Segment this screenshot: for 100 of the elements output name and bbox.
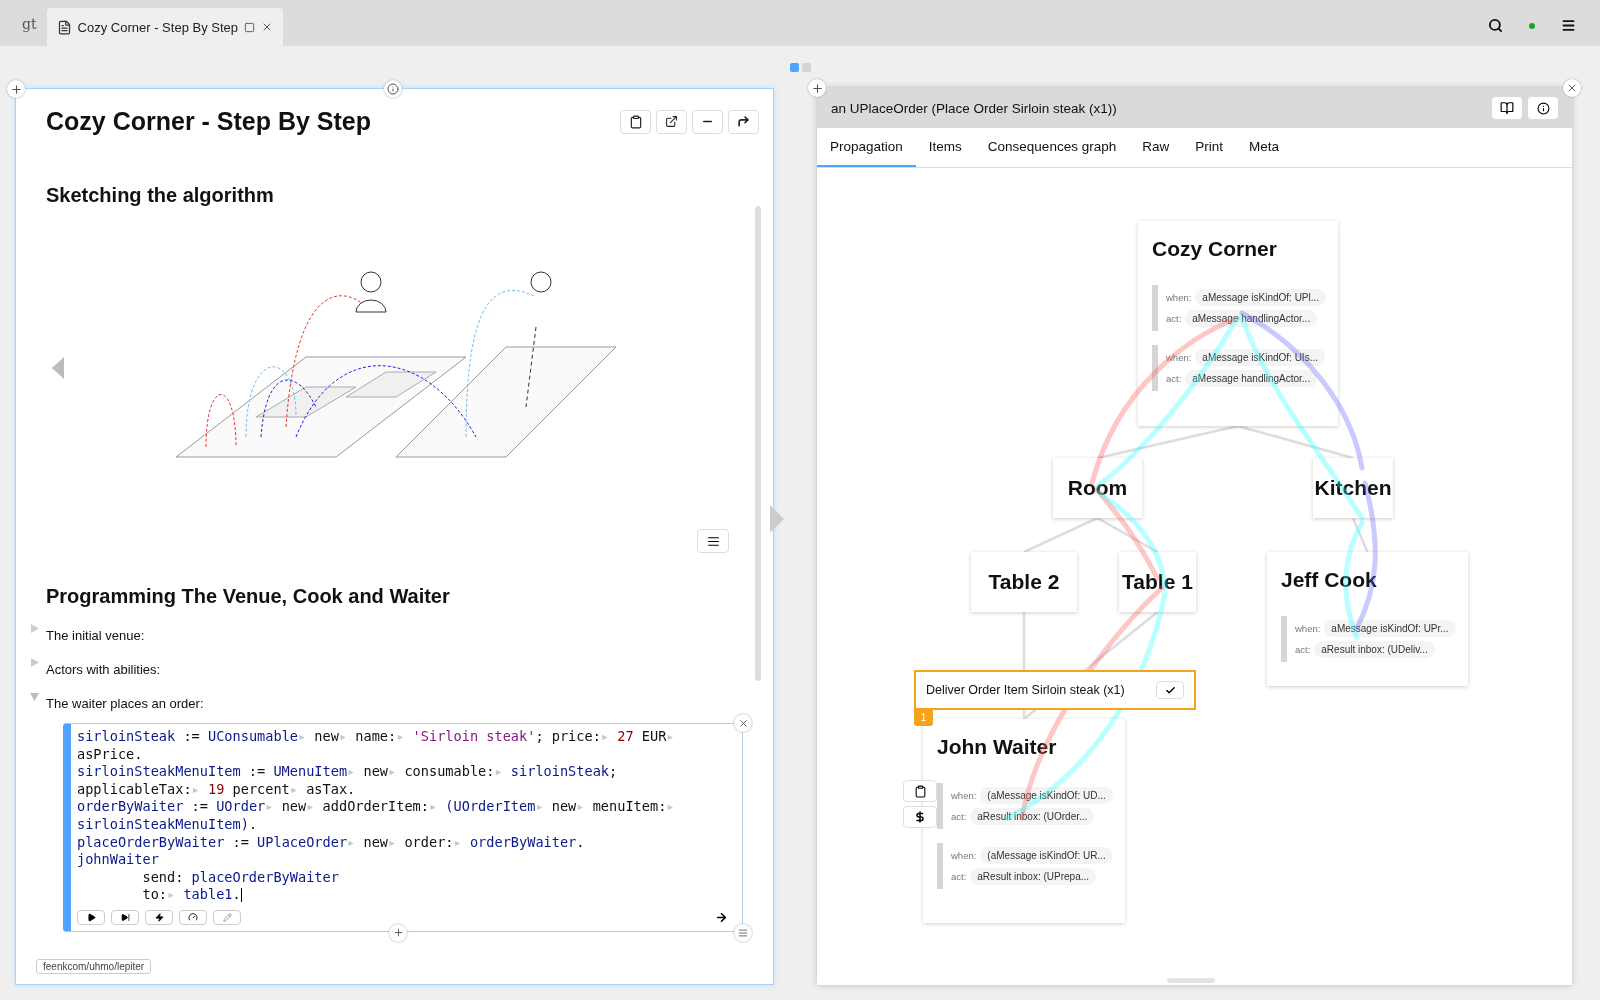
action-pill: aMessage handlingActor... <box>1185 310 1318 327</box>
code-line: sirloinSteakMenuItem). <box>77 815 259 834</box>
confirm-button[interactable] <box>1156 681 1184 699</box>
code-line: applicableTax:▸ 19 percent▸ asTax. <box>77 780 357 799</box>
scrollbar[interactable] <box>755 206 761 681</box>
rule-label: when: <box>1166 352 1192 363</box>
dollar-icon <box>914 811 926 823</box>
open-external-button[interactable] <box>656 109 687 134</box>
external-link-icon <box>665 115 678 128</box>
book-button[interactable] <box>1492 97 1522 119</box>
tab-title: Cozy Corner - Step By Step <box>77 19 238 35</box>
node-title: Kitchen <box>1314 476 1392 500</box>
info-icon <box>1536 101 1550 115</box>
code-line: sirloinSteak := UConsumable▸ new▸ name:▸ 'Sirloin steak'; price:▸ 27 EUR▸ <box>77 728 676 746</box>
check-icon <box>1164 684 1176 696</box>
view-tab[interactable]: Meta <box>1235 128 1292 167</box>
app-logo[interactable]: gt <box>12 16 47 46</box>
resize-handle[interactable] <box>1167 978 1215 983</box>
action-pill: aResult inbox: (UPrepa... <box>970 868 1097 885</box>
maximize-icon[interactable] <box>244 21 255 33</box>
window-tab[interactable]: Cozy Corner - Step By Step <box>46 8 283 46</box>
clipboard-icon <box>628 114 643 129</box>
condition-pill: aMessage isKindOf: UIs... <box>1195 349 1325 366</box>
collapsible-item-label[interactable]: Actors with abilities: <box>46 662 161 677</box>
rule-label: when: <box>1295 623 1321 634</box>
actor-node[interactable]: Jeff Cook when: aMessage isKindOf: UPr... act: aResult inbox: (UDeliv... <box>1267 552 1468 686</box>
add-button[interactable] <box>389 923 408 942</box>
status-dot <box>1529 22 1535 29</box>
count-badge: 1 <box>914 708 933 726</box>
collapsible-item-label[interactable]: The waiter places an order: <box>46 696 204 711</box>
actor-node[interactable]: Room <box>1053 458 1142 518</box>
view-tab[interactable]: Items <box>915 128 975 167</box>
rule-label: act: <box>951 811 967 822</box>
gauge-button[interactable] <box>179 909 207 925</box>
forward-button[interactable] <box>728 109 759 134</box>
clipboard-icon <box>913 784 927 798</box>
view-tab[interactable]: Consequences graph <box>974 128 1130 167</box>
node-title: Table 1 <box>1122 570 1193 594</box>
close-button[interactable] <box>734 714 752 732</box>
close-icon[interactable] <box>1566 82 1578 94</box>
rule-label: when: <box>951 850 977 861</box>
arrow-right-icon[interactable] <box>715 910 728 924</box>
repository-tag: feenkcom/uhmo/lepiter <box>36 959 152 974</box>
add-icon[interactable] <box>810 81 824 95</box>
info-button[interactable] <box>1528 97 1558 119</box>
code-line: asPrice. <box>77 745 144 764</box>
inspector-title: an UPlaceOrder (Place Order Sirloin steak (x1)) <box>831 100 1117 116</box>
step-icon <box>120 912 130 922</box>
action-pill: aMessage handlingActor... <box>1185 370 1318 387</box>
forward-arrow-icon <box>737 115 750 128</box>
actor-node[interactable]: Kitchen <box>1313 458 1393 518</box>
menu-icon <box>706 534 720 548</box>
close-icon[interactable] <box>261 21 273 33</box>
code-editor[interactable] <box>63 723 743 932</box>
node-title: John Waiter <box>937 735 1058 759</box>
rule-label: act: <box>1295 644 1311 655</box>
condition-pill: aMessage isKindOf: UPr... <box>1324 620 1456 637</box>
run-button[interactable] <box>77 909 105 925</box>
node-title: Jeff Cook <box>1281 568 1378 592</box>
lightning-icon <box>154 912 164 922</box>
rule-label: act: <box>951 871 967 882</box>
view-tab[interactable]: Propagation <box>817 128 916 167</box>
book-icon <box>1500 101 1514 115</box>
rule-label: when: <box>1166 292 1192 303</box>
collapsible-item-label[interactable]: The initial venue: <box>46 628 145 643</box>
actor-node[interactable]: Table 1 <box>1119 552 1196 612</box>
condition-pill: (aMessage isKindOf: UR... <box>980 847 1113 864</box>
action-pill: aResult inbox: (UDeliv... <box>1314 641 1435 658</box>
pen-icon <box>222 912 232 922</box>
node-title: Room <box>1067 476 1128 500</box>
actor-node[interactable]: Table 2 <box>971 552 1077 612</box>
view-tab[interactable]: Raw <box>1129 128 1183 167</box>
code-line: orderByWaiter := UOrder▸ new▸ addOrderItem:▸ (UOrderItem▸ new▸ menuItem:▸ <box>77 798 676 816</box>
menu-button[interactable] <box>697 529 729 553</box>
code-line: sirloinSteakMenuItem := UMenuItem▸ new▸ consumable:▸ sirloinSteak; <box>77 763 619 781</box>
condition-pill: aMessage isKindOf: UPl... <box>1195 289 1327 306</box>
code-line: placeOrderByWaiter := UPlaceOrder▸ new▸ order:▸ orderByWaiter. <box>77 833 586 852</box>
page-title: Cozy Corner - Step By Step <box>46 107 372 136</box>
dollar-button[interactable] <box>903 806 937 828</box>
edge-line <box>1096 516 1159 554</box>
rule-label: act: <box>1166 373 1182 384</box>
message-label: Deliver Order Item Sirloin steak (x1) <box>926 683 1125 697</box>
menu-icon[interactable] <box>1561 18 1576 33</box>
info-icon[interactable] <box>387 83 399 95</box>
add-icon[interactable] <box>9 82 23 96</box>
clipboard-button[interactable] <box>903 780 937 802</box>
section-heading: Sketching the algorithm <box>46 184 275 207</box>
menu-icon <box>738 927 748 938</box>
step-button[interactable] <box>111 909 139 925</box>
search-icon[interactable] <box>1488 18 1503 33</box>
code-line: to:▸ table1. <box>141 886 243 904</box>
clipboard-button[interactable] <box>620 109 651 134</box>
page-icon <box>56 19 72 35</box>
lightning-button[interactable] <box>145 909 173 925</box>
view-tab[interactable]: Print <box>1182 128 1236 167</box>
actor-node[interactable]: Cozy Corner when: aMessage isKindOf: UPl... act: aMessage handlingActor... when: aMessage isKindOf: UIs... act: aMessage handlingActor... <box>1138 221 1338 426</box>
add-icon <box>392 927 404 939</box>
play-icon <box>86 912 96 922</box>
code-line: send: placeOrderByWaiter <box>141 868 340 887</box>
gauge-icon <box>188 912 198 923</box>
